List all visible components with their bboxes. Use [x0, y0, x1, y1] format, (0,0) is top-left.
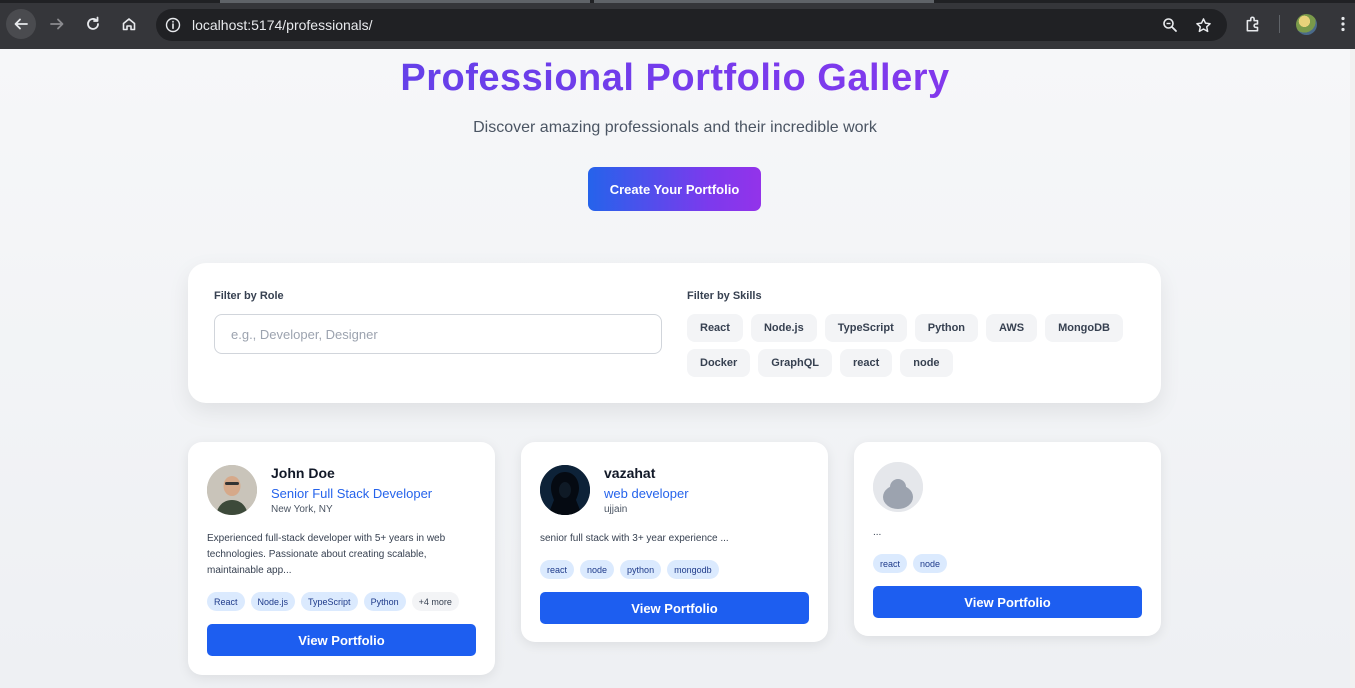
skill-tag: react [873, 554, 908, 573]
more-menu-icon[interactable] [1333, 14, 1353, 34]
reload-icon [87, 16, 99, 30]
professional-location: New York, NY [271, 504, 333, 515]
avatar [540, 465, 590, 515]
portfolio-card: John Doe Senior Full Stack Developer New… [188, 442, 495, 675]
professional-bio: senior full stack with 3+ year experienc… [540, 533, 729, 544]
skill-chip-typescript[interactable]: TypeScript [824, 314, 907, 342]
skill-tags: React Node.js TypeScript Python +4 more [207, 592, 459, 611]
skill-tag: mongodb [667, 560, 719, 579]
back-button[interactable] [6, 9, 36, 39]
skill-chip-graphql[interactable]: GraphQL [758, 349, 832, 377]
skill-tag: node [580, 560, 615, 579]
skill-tag: React [207, 592, 245, 611]
skills-filter-label: Filter by Skills [687, 290, 762, 302]
zoom-icon[interactable] [1161, 16, 1179, 34]
skill-chip-mongodb[interactable]: MongoDB [1045, 314, 1124, 342]
reload-button[interactable] [78, 9, 108, 39]
tab[interactable] [594, 0, 934, 3]
home-icon [122, 18, 136, 31]
extensions-icon[interactable] [1243, 14, 1263, 34]
avatar-placeholder [873, 462, 923, 512]
skill-tag: python [620, 560, 662, 579]
tab[interactable] [220, 0, 590, 3]
skill-chip-react-lower[interactable]: react [839, 349, 893, 377]
skill-tags: react node python mongodb [540, 560, 719, 579]
toolbar-divider [1279, 15, 1280, 33]
avatar [207, 465, 257, 515]
portfolio-card: vazahat web developer ujjain senior full… [521, 442, 828, 642]
role-filter-label: Filter by Role [214, 290, 284, 302]
create-portfolio-button[interactable]: Create Your Portfolio [588, 167, 761, 211]
page-title: Professional Portfolio Gallery [0, 57, 1350, 100]
view-portfolio-button[interactable]: View Portfolio [207, 624, 476, 656]
professional-bio: ... [873, 527, 882, 538]
home-button[interactable] [114, 9, 144, 39]
page-scrollbar[interactable] [1350, 49, 1355, 688]
page-subtitle: Discover amazing professionals and their… [473, 119, 877, 136]
skill-chip-react[interactable]: React [687, 314, 743, 342]
arrow-left-icon [14, 18, 28, 30]
skill-chip-python[interactable]: Python [914, 314, 979, 342]
site-info-icon[interactable] [164, 16, 182, 34]
browser-chrome: localhost:5174/professionals/ [0, 0, 1355, 49]
skill-tag: Node.js [250, 592, 296, 611]
address-bar[interactable]: localhost:5174/professionals/ [156, 9, 1227, 41]
view-portfolio-button[interactable]: View Portfolio [540, 592, 809, 624]
skill-chip-aws[interactable]: AWS [986, 314, 1038, 342]
skill-tags: react node [873, 554, 948, 573]
skill-chip-node-lower[interactable]: node [900, 349, 953, 377]
skill-tag: Python [363, 592, 406, 611]
professional-location: ujjain [604, 504, 628, 515]
more-skills-badge: +4 more [411, 592, 459, 611]
skill-chip-docker[interactable]: Docker [687, 349, 751, 377]
skill-tag: node [913, 554, 948, 573]
skill-chip-nodejs[interactable]: Node.js [750, 314, 817, 342]
professional-name: vazahat [604, 465, 656, 481]
tab-strip [0, 0, 1355, 3]
portfolio-card: ... react node View Portfolio [854, 442, 1161, 636]
professional-bio: Experienced full-stack developer with 5+… [207, 533, 446, 576]
professional-role: Senior Full Stack Developer [271, 486, 433, 501]
skills-filter-list: React Node.js TypeScript Python AWS Mong… [687, 314, 1137, 377]
forward-button[interactable] [42, 9, 72, 39]
bookmark-star-icon[interactable] [1194, 16, 1212, 34]
role-filter-input[interactable] [214, 314, 662, 354]
skill-tag: react [540, 560, 575, 579]
profile-avatar-icon[interactable] [1296, 14, 1317, 35]
view-portfolio-button[interactable]: View Portfolio [873, 586, 1142, 618]
professional-name: John Doe [271, 465, 335, 481]
arrow-right-icon [50, 18, 64, 30]
professional-role: web developer [604, 486, 689, 501]
filter-panel: Filter by Role Filter by Skills React No… [188, 263, 1161, 403]
url-text[interactable]: localhost:5174/professionals/ [192, 17, 373, 33]
page-content: Professional Portfolio Gallery Discover … [0, 49, 1355, 688]
skill-tag: TypeScript [301, 592, 358, 611]
